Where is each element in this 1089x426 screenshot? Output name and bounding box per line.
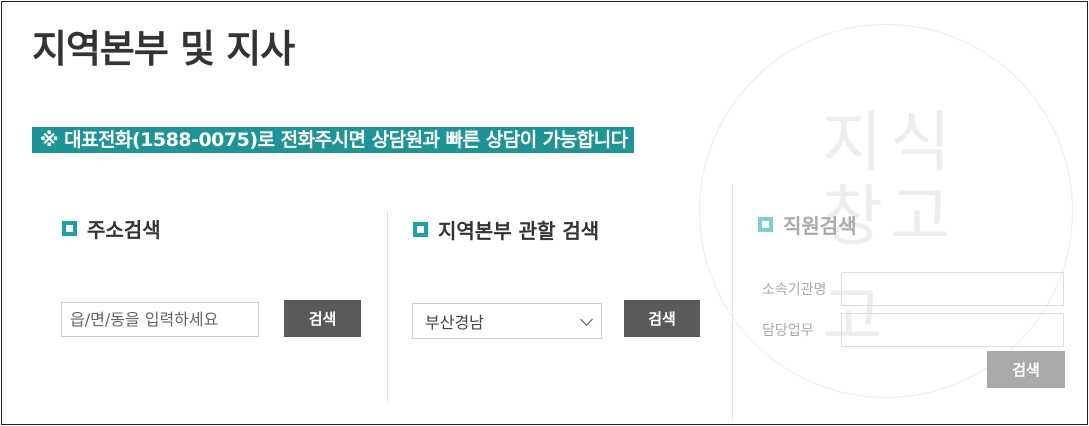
square-bullet-icon <box>62 221 77 236</box>
region-select-value: 부산경남 <box>425 313 484 332</box>
watermark-char: 식 <box>890 104 953 181</box>
staff-search-title: 직원검색 <box>783 214 857 238</box>
square-bullet-icon <box>758 217 773 232</box>
duty-label: 담당업무 <box>762 323 814 339</box>
address-search-button[interactable]: 검색 <box>284 300 361 337</box>
region-search-heading: 지역본부 관할 검색 <box>413 215 599 244</box>
duty-input[interactable] <box>841 313 1064 347</box>
org-name-input[interactable] <box>841 272 1064 306</box>
staff-search-heading: 직원검색 <box>758 210 857 239</box>
region-search-title: 지역본부 관할 검색 <box>438 219 600 243</box>
chevron-down-icon <box>580 312 593 326</box>
region-search-button[interactable]: 검색 <box>624 300 700 337</box>
page-frame: 지 식 창 고 고 지역본부 및 지사 ※ 대표전화(1588-0075)로 전… <box>1 1 1088 425</box>
staff-search-button[interactable]: 검색 <box>987 351 1065 388</box>
address-search-input[interactable] <box>61 302 259 337</box>
section-divider <box>732 185 733 420</box>
address-search-heading: 주소검색 <box>62 214 161 243</box>
watermark-char: 고 <box>890 178 953 255</box>
notice-banner: ※ 대표전화(1588-0075)로 전화주시면 상담원과 빠른 상담이 가능합… <box>32 127 634 153</box>
square-bullet-icon <box>413 222 428 237</box>
region-select[interactable]: 부산경남 <box>412 303 602 339</box>
org-name-label: 소속기관명 <box>762 282 827 298</box>
watermark-char: 지 <box>822 104 885 181</box>
page-title: 지역본부 및 지사 <box>32 27 295 71</box>
section-divider <box>387 212 388 402</box>
address-search-title: 주소검색 <box>87 218 161 242</box>
